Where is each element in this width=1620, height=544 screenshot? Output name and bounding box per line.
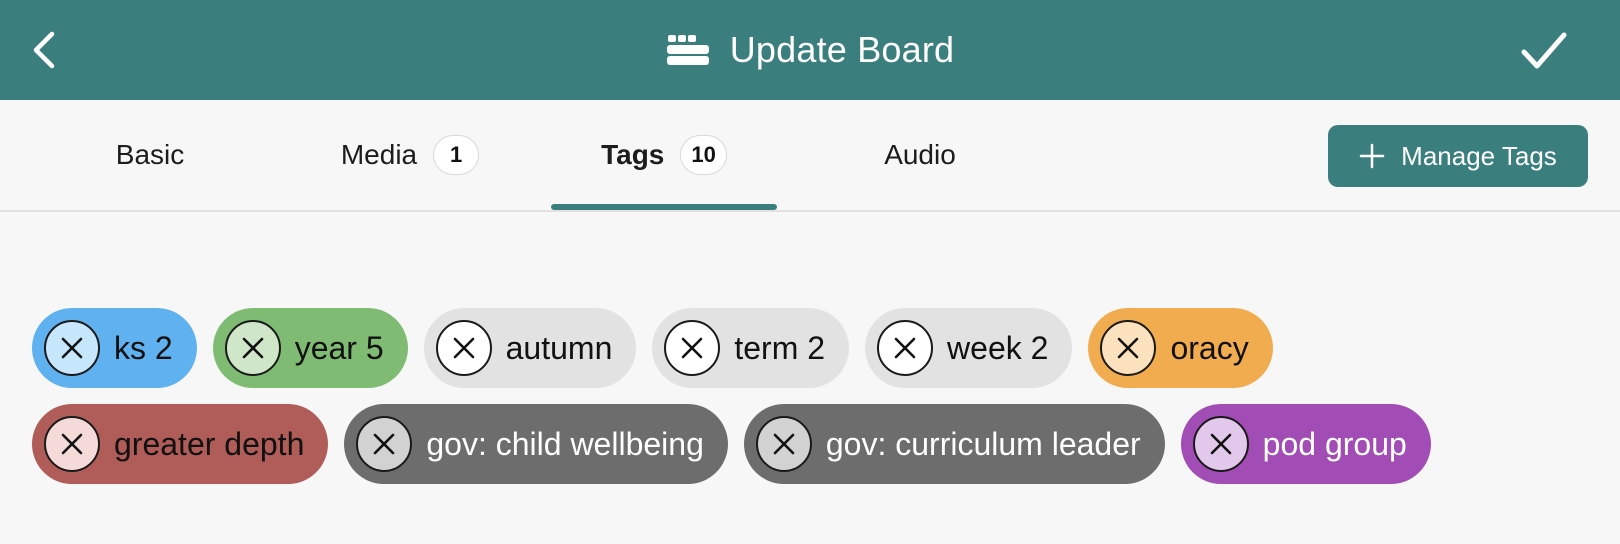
remove-tag-button[interactable] (435, 320, 492, 376)
close-icon (1210, 433, 1231, 455)
tag-chip: autumn (423, 308, 637, 388)
tag-chip: gov: curriculum leader (743, 404, 1165, 484)
tag-label: oracy (1170, 329, 1249, 366)
tag-chip: oracy (1088, 308, 1273, 388)
page-title: Update Board (729, 29, 955, 70)
remove-tag-button[interactable] (755, 416, 812, 472)
tag-chip: pod group (1180, 404, 1431, 484)
tab-label: Basic (115, 139, 185, 170)
remove-tag-button[interactable] (1100, 320, 1157, 376)
board-icon (666, 35, 709, 65)
tag-chip: ks 2 (32, 308, 197, 388)
remove-tag-button[interactable] (44, 416, 100, 472)
tag-label: ks 2 (114, 329, 173, 366)
header-title-group: Update Board (0, 0, 1620, 100)
active-tab-indicator (551, 204, 777, 210)
media-count-badge: 1 (433, 135, 480, 175)
close-icon (682, 337, 703, 359)
tag-chip: term 2 (652, 308, 850, 388)
tag-label: autumn (505, 329, 613, 366)
tab-label: Tags (601, 139, 665, 170)
close-icon (374, 433, 395, 455)
manage-tags-button[interactable]: Manage Tags (1328, 125, 1588, 187)
tag-label: week 2 (947, 329, 1049, 366)
remove-tag-button[interactable] (664, 320, 721, 376)
close-icon (61, 433, 83, 455)
tab-label: Media (340, 139, 418, 170)
tab-tags[interactable]: Tags 10 (551, 100, 777, 210)
app-header: Update Board (0, 0, 1620, 100)
tab-basic[interactable]: Basic (60, 100, 240, 210)
tag-row: ks 2 year 5 autumn term 2 week 2 oracy (32, 308, 1592, 388)
tag-chip: year 5 (212, 308, 408, 388)
confirm-button[interactable] (1512, 22, 1576, 80)
tags-count-badge: 10 (680, 135, 727, 175)
tab-media[interactable]: Media 1 (300, 100, 520, 210)
close-icon (773, 433, 795, 455)
close-icon (894, 337, 916, 359)
chevron-left-icon (33, 31, 55, 69)
tab-label: Audio (884, 139, 956, 170)
remove-tag-button[interactable] (224, 320, 281, 376)
remove-tag-button[interactable] (1192, 416, 1249, 472)
tag-label: gov: child wellbeing (426, 425, 704, 462)
tag-label: pod group (1262, 425, 1407, 462)
tab-audio[interactable]: Audio (830, 100, 1010, 210)
remove-tag-button[interactable] (356, 416, 413, 472)
remove-tag-button[interactable] (877, 320, 934, 376)
tag-chip: week 2 (865, 308, 1073, 388)
tag-label: term 2 (734, 329, 826, 366)
tag-label: greater depth (114, 425, 305, 462)
remove-tag-button[interactable] (44, 320, 100, 376)
tag-list: ks 2 year 5 autumn term 2 week 2 oracy greater… (32, 308, 1592, 500)
close-icon (453, 337, 474, 359)
tag-label: gov: curriculum leader (825, 425, 1141, 462)
tag-label: year 5 (294, 329, 384, 366)
tag-chip: greater depth (32, 404, 329, 484)
checkmark-icon (1521, 32, 1567, 69)
close-icon (1118, 337, 1139, 359)
tag-chip: gov: child wellbeing (344, 404, 728, 484)
manage-tags-label: Manage Tags (1401, 140, 1557, 171)
back-button[interactable] (14, 20, 74, 80)
tag-row: greater depth gov: child wellbeing gov: cu… (32, 404, 1592, 484)
plus-icon (1359, 143, 1385, 169)
close-icon (61, 337, 83, 359)
close-icon (242, 337, 263, 359)
